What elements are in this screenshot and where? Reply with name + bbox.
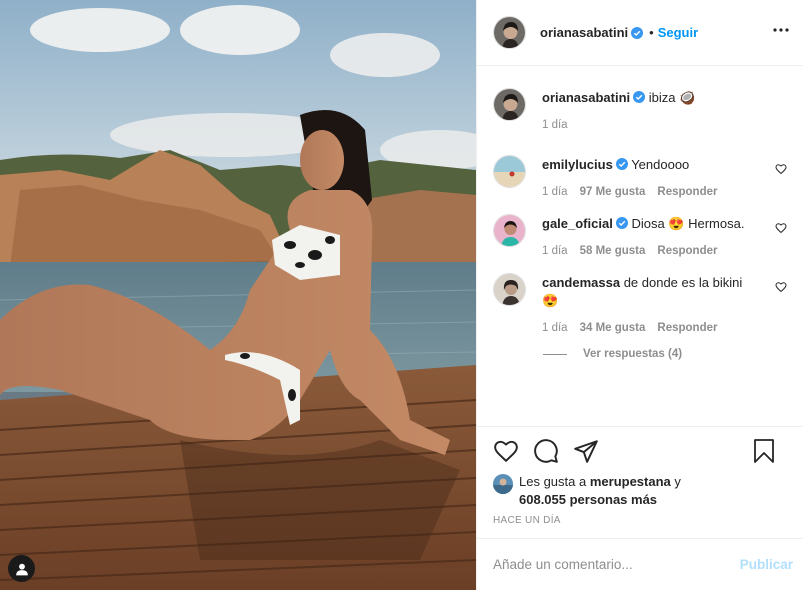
post-container: orianasabatini • Seguir orianasabatini i… (0, 0, 803, 590)
author-avatar[interactable] (493, 88, 526, 121)
author-avatar[interactable] (493, 16, 526, 49)
likes-count[interactable]: 608.055 personas más (519, 492, 657, 507)
caption: orianasabatini ibiza 🥥 1 día (493, 88, 787, 131)
comment-time[interactable]: 1 día (542, 186, 568, 198)
caption-username[interactable]: orianasabatini (542, 90, 630, 105)
comment-item: gale_oficial Diosa 😍 Hermosa. 1 día 58 M… (493, 214, 787, 257)
action-icons-row (493, 435, 787, 467)
comment-time[interactable]: 1 día (542, 322, 568, 334)
heart-icon (494, 440, 518, 463)
post-actions: Les gusta a merupestana y 608.055 person… (477, 426, 803, 538)
commenter-avatar[interactable] (493, 273, 526, 306)
reply-button[interactable]: Responder (657, 322, 717, 334)
verified-badge-icon (631, 26, 644, 39)
post-timestamp[interactable]: HACE UN DÍA (493, 515, 787, 526)
comment-text: Yendoooo (631, 157, 690, 172)
comment-likes[interactable]: 97 Me gusta (580, 186, 646, 198)
verified-badge-icon (615, 217, 628, 229)
add-comment-bar: Publicar (477, 538, 803, 590)
more-options-button[interactable] (771, 20, 791, 40)
likes-join: y (674, 474, 681, 489)
publish-button[interactable]: Publicar (740, 557, 793, 572)
liker-avatar[interactable] (493, 474, 513, 494)
comment-likes[interactable]: 58 Me gusta (580, 245, 646, 257)
replies-divider (543, 353, 567, 355)
comment-button[interactable] (533, 438, 559, 464)
tag-user-icon (15, 563, 28, 575)
liker-username[interactable]: merupestana (590, 474, 671, 489)
author-username[interactable]: orianasabatini (540, 25, 628, 40)
comment-input[interactable] (493, 557, 740, 572)
view-replies-button[interactable]: Ver respuestas (4) (543, 348, 787, 360)
share-icon (574, 440, 598, 463)
share-button[interactable] (573, 438, 599, 464)
view-replies-label: Ver respuestas (4) (583, 348, 683, 360)
tag-user-button[interactable] (8, 555, 35, 582)
separator-dot: • (649, 25, 654, 40)
comment-icon (534, 439, 558, 463)
more-options-icon (773, 28, 789, 32)
commenter-username[interactable]: candemassa (542, 275, 620, 290)
comment-likes[interactable]: 34 Me gusta (580, 322, 646, 334)
comment-like-heart-icon[interactable] (775, 163, 787, 175)
commenter-username[interactable]: emilylucius (542, 157, 613, 172)
post-photo[interactable] (0, 0, 476, 590)
comment-item: emilylucius Yendoooo 1 día 97 Me gusta R… (493, 155, 787, 198)
beach-photo-illustration (0, 0, 476, 590)
post-side-panel: orianasabatini • Seguir orianasabatini i… (476, 0, 803, 590)
likes-prefix: Les gusta a (519, 474, 587, 489)
comment-text: Diosa 😍 Hermosa. (631, 216, 745, 231)
comments-list[interactable]: orianasabatini ibiza 🥥 1 día emilylucius… (477, 66, 803, 426)
likes-summary: Les gusta a merupestana y 608.055 person… (493, 473, 787, 509)
post-header: orianasabatini • Seguir (477, 0, 803, 66)
commenter-avatar[interactable] (493, 214, 526, 247)
comment-like-heart-icon[interactable] (775, 281, 787, 293)
save-button[interactable] (751, 438, 777, 464)
verified-badge-icon (633, 91, 646, 103)
caption-text: ibiza 🥥 (648, 90, 696, 105)
reply-button[interactable]: Responder (657, 245, 717, 257)
reply-button[interactable]: Responder (657, 186, 717, 198)
like-button[interactable] (493, 438, 519, 464)
follow-button[interactable]: Seguir (658, 25, 698, 40)
comment-time[interactable]: 1 día (542, 245, 568, 257)
commenter-avatar[interactable] (493, 155, 526, 188)
verified-badge-icon (615, 158, 628, 170)
comment-like-heart-icon[interactable] (775, 222, 787, 234)
save-icon (754, 439, 774, 463)
caption-time[interactable]: 1 día (542, 119, 568, 131)
comment-item: candemassa de donde es la bikini 😍 1 día… (493, 273, 787, 334)
commenter-username[interactable]: gale_oficial (542, 216, 613, 231)
